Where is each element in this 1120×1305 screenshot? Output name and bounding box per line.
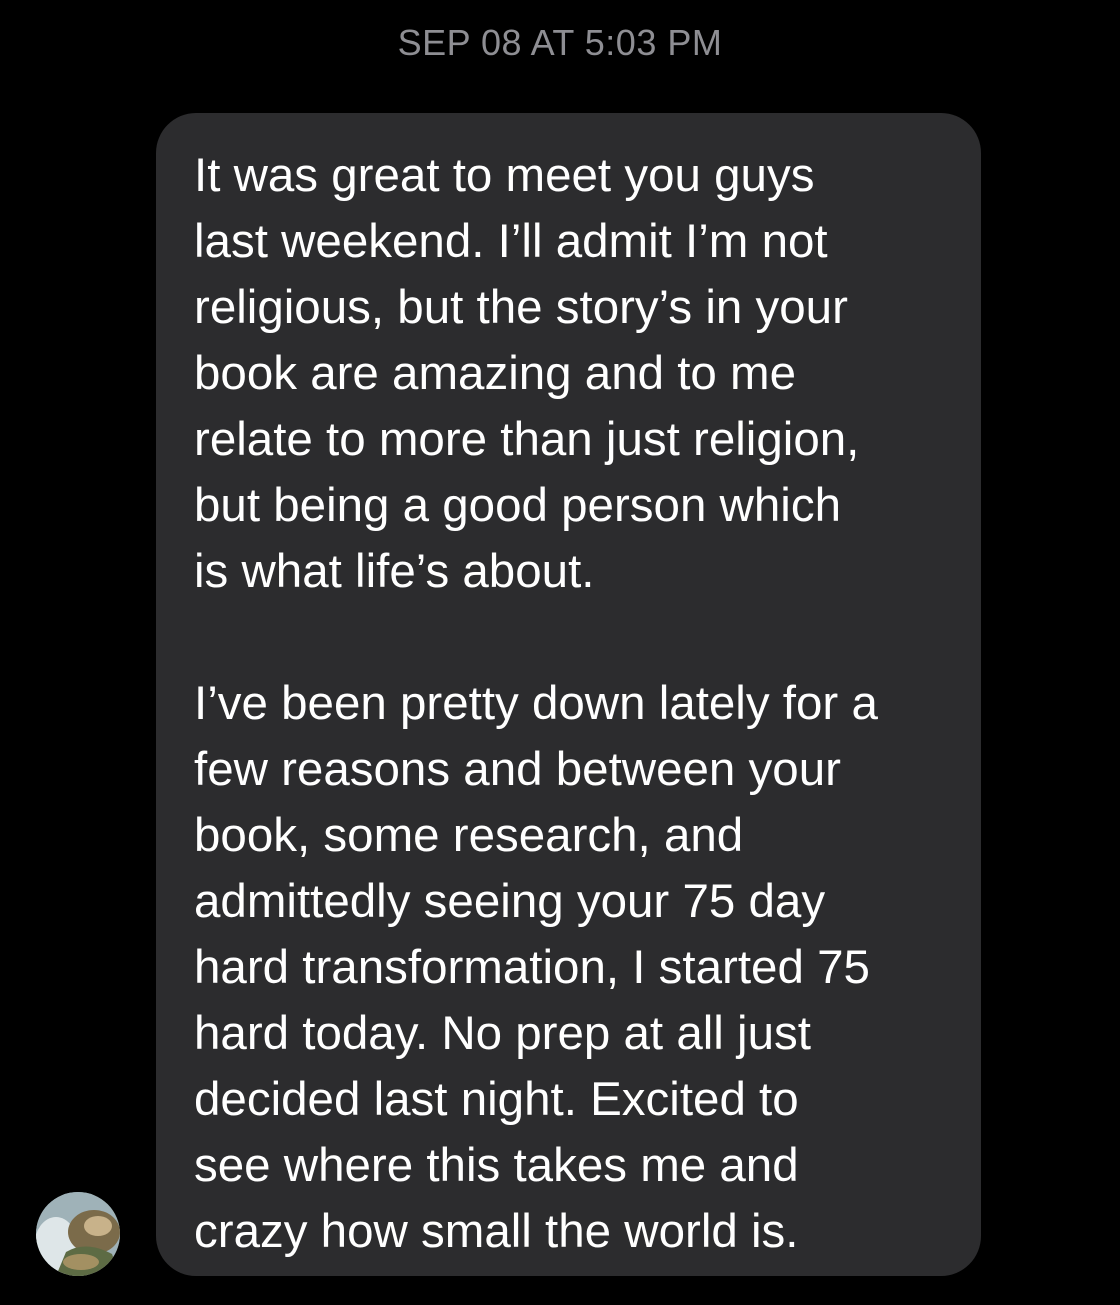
message-line: few reasons and between your — [194, 743, 841, 796]
message-line: religious, but the story’s in your — [194, 281, 848, 334]
message-line: but being a good person which — [194, 479, 842, 532]
message-line: book, some research, and — [194, 809, 744, 862]
message-line: see where this takes me and — [194, 1139, 799, 1192]
avatar-photo-icon — [36, 1192, 120, 1276]
message-timestamp: SEP 08 AT 5:03 PM — [397, 22, 723, 63]
message-line: hard transformation, I started 75 — [194, 941, 870, 994]
sender-avatar[interactable] — [36, 1192, 120, 1276]
message-line: book are amazing and to me — [194, 347, 797, 400]
message-line: hard today. No prep at all just — [194, 1007, 811, 1060]
message-line: It was great to meet you guys — [194, 149, 815, 202]
message-line: admittedly seeing your 75 day — [194, 875, 826, 928]
message-line: last weekend. I’ll admit I’m not — [194, 215, 828, 268]
message-line: crazy how small the world is. — [194, 1205, 799, 1258]
message-bubble[interactable]: It was great to meet you guys last weeke… — [156, 113, 981, 1276]
message-paragraph-1: It was great to meet you guys last weeke… — [194, 143, 961, 605]
message-line: decided last night. Excited to — [194, 1073, 799, 1126]
message-paragraph-2: I’ve been pretty down lately for a few r… — [194, 671, 961, 1265]
message-line: relate to more than just religion, — [194, 413, 860, 466]
message-line: I’ve been pretty down lately for a — [194, 677, 878, 730]
message-line: is what life’s about. — [194, 545, 595, 598]
